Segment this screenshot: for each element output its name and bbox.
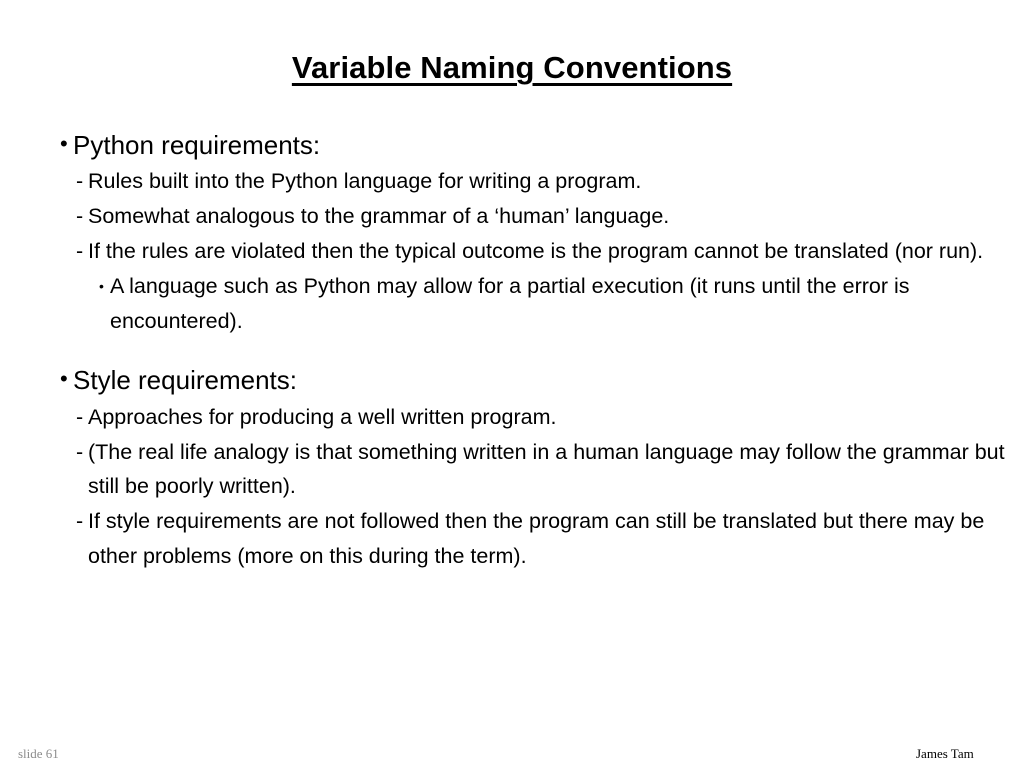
list-item-label: Approaches for producing a well written … bbox=[88, 404, 557, 429]
section-python-requirements: • Python requirements: - Rules built int… bbox=[0, 128, 1024, 338]
bullet-icon: • bbox=[60, 131, 68, 156]
list-item-label: If the rules are violated then the typic… bbox=[88, 238, 984, 263]
bullet-icon: • bbox=[60, 366, 68, 392]
list-item: - If the rules are violated then the typ… bbox=[0, 234, 1023, 269]
list-item: - Somewhat analogous to the grammar of a… bbox=[0, 199, 1023, 234]
page-title: Variable Naming Conventions bbox=[0, 50, 1024, 86]
slide-body: • Python requirements: - Rules built int… bbox=[0, 128, 1024, 574]
list-item-label: Rules built into the Python language for… bbox=[88, 169, 642, 194]
dash-bullet-icon: - bbox=[76, 238, 84, 263]
dash-bullet-icon: - bbox=[76, 404, 84, 429]
dash-bullet-icon: - bbox=[76, 204, 84, 229]
dash-bullet-icon: - bbox=[76, 509, 84, 534]
slide-number: slide 61 bbox=[18, 746, 59, 761]
dash-bullet-icon: - bbox=[76, 439, 84, 464]
list-item: • A language such as Python may allow fo… bbox=[0, 269, 1024, 339]
section-heading-label: Style requirements: bbox=[73, 365, 297, 396]
section-heading-label: Python requirements: bbox=[73, 130, 321, 160]
list-item: - (The real life analogy is that somethi… bbox=[0, 435, 1023, 505]
page-title-text: Variable Naming Conventions bbox=[291, 50, 733, 85]
list-item-label: Somewhat analogous to the grammar of a ‘… bbox=[88, 204, 670, 229]
section-heading-python-requirements: • Python requirements: bbox=[0, 128, 1024, 162]
author-credit: James Tam bbox=[916, 746, 974, 761]
list-item: - Approaches for producing a well writte… bbox=[0, 400, 1023, 435]
list-item-label: A language such as Python may allow for … bbox=[110, 273, 910, 333]
list-item-label: If style requirements are not followed t… bbox=[88, 509, 985, 569]
bullet-icon: • bbox=[99, 277, 104, 294]
list-item: - If style requirements are not followed… bbox=[0, 504, 1023, 574]
section-style-requirements: • Style requirements: - Approaches for p… bbox=[0, 363, 1024, 573]
section-heading-style-requirements: • Style requirements: bbox=[0, 363, 1024, 397]
dash-bullet-icon: - bbox=[76, 169, 84, 194]
list-item: - Rules built into the Python language f… bbox=[0, 164, 1023, 199]
list-item-label: (The real life analogy is that something… bbox=[88, 439, 1005, 499]
